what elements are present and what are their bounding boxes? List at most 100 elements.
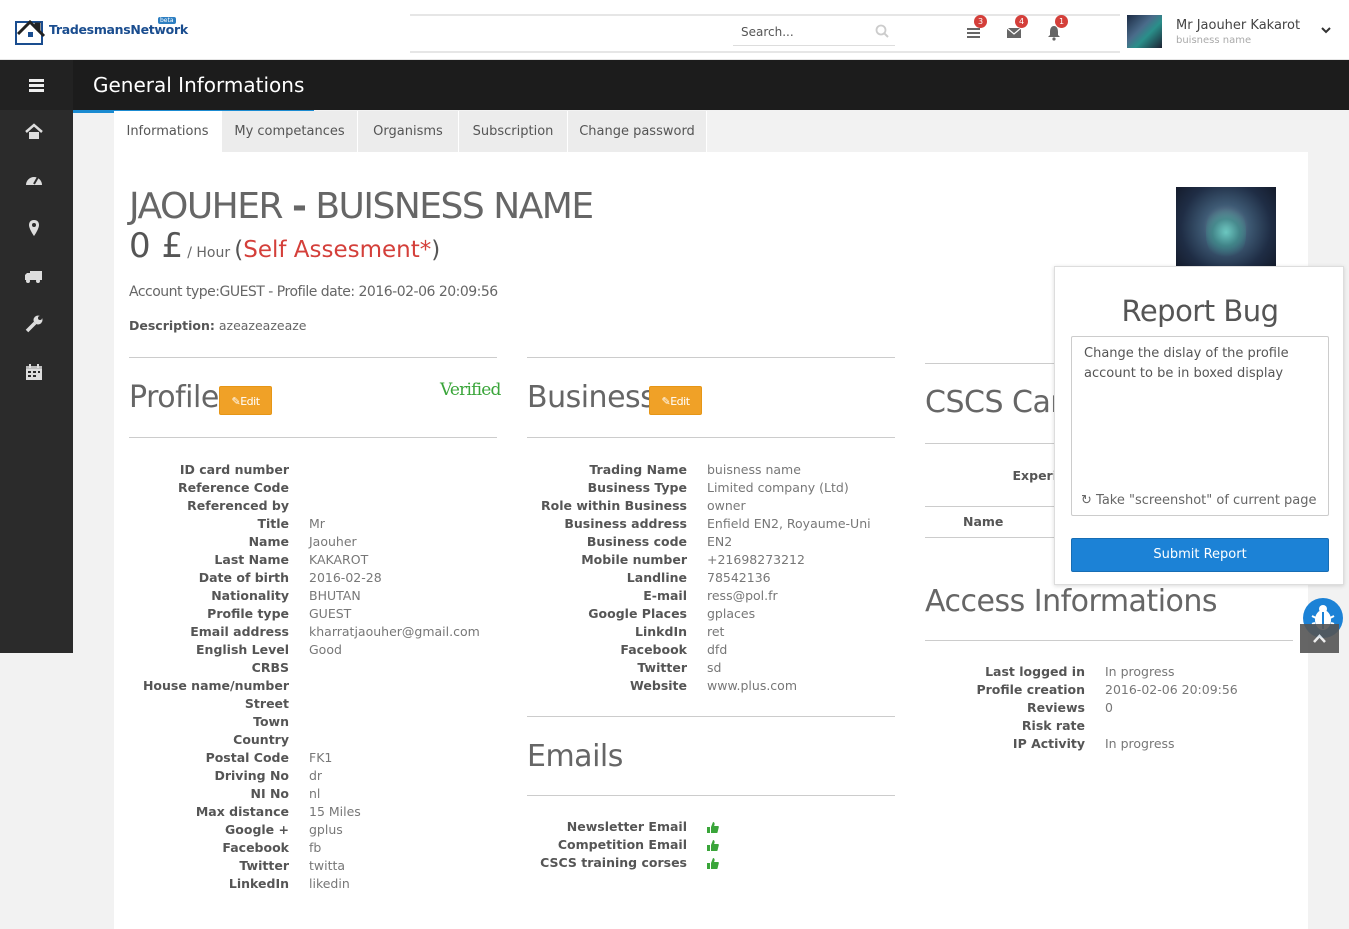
access-field-value: In progress [1105, 664, 1175, 679]
profile-field-value: 15 Miles [309, 804, 361, 819]
search-box [733, 20, 895, 46]
user-business-name: buisness name [1176, 35, 1252, 46]
messages-notification[interactable]: 4 [1005, 15, 1028, 42]
description-label: Description: [129, 318, 215, 333]
email-pref-label: CSCS training corses [540, 855, 687, 870]
profile-field-label: English Level [196, 642, 289, 657]
submit-report-button[interactable]: Submit Report [1071, 538, 1329, 572]
rate-note-close: ) [431, 237, 441, 263]
top-header: TradesmansNetwork beta 3 4 1 Mr Jaouher … [0, 0, 1349, 60]
profile-edit-button[interactable]: ✎Edit [219, 386, 272, 415]
profile-field-label: ID card number [179, 462, 289, 477]
access-field-value: 0 [1105, 700, 1113, 715]
business-field-value: gplaces [707, 606, 756, 621]
app-logo[interactable]: TradesmansNetwork beta [14, 14, 188, 48]
profile-field-label: Google + [225, 822, 289, 837]
profile-field-label: Title [257, 516, 289, 531]
alerts-notification[interactable]: 1 [1045, 15, 1068, 42]
business-field-value: dfd [707, 642, 728, 657]
profile-divider-top [129, 357, 497, 358]
access-divider [925, 640, 1293, 641]
profile-field-value: likedin [309, 876, 350, 891]
tab-subscription[interactable]: Subscription [459, 111, 568, 152]
report-bug-textarea[interactable]: Change the dislay of the profile account… [1071, 336, 1329, 516]
business-field-value: www.plus.com [707, 678, 798, 693]
truck-icon[interactable] [23, 265, 45, 287]
user-avatar[interactable] [1127, 15, 1162, 48]
profile-field-value: kharratjaouher@gmail.com [309, 624, 480, 639]
dashboard-icon[interactable] [23, 169, 45, 191]
business-field-label: Business address [564, 516, 687, 531]
tasks-notification[interactable]: 3 [964, 15, 987, 42]
alerts-count-badge: 1 [1055, 15, 1068, 28]
tab-organisms[interactable]: Organisms [358, 111, 459, 152]
business-field-label: Business Type [587, 480, 687, 495]
profile-field-value: fb [309, 840, 322, 855]
user-name[interactable]: Mr Jaouher Kakarot [1176, 18, 1300, 33]
rate-note-open: ( [234, 237, 244, 263]
profile-field-label: Last Name [214, 552, 289, 567]
home-icon[interactable] [23, 121, 45, 143]
tab-change-password[interactable]: Change password [568, 111, 707, 152]
business-field-value: ret [707, 624, 725, 639]
account-info-line: Account type:GUEST - Profile date: 2016-… [129, 284, 498, 300]
thumbs-up-icon [707, 840, 719, 851]
emails-divider-top [527, 716, 895, 717]
emails-divider-bottom [527, 795, 895, 796]
access-field-label: Profile creation [976, 682, 1085, 697]
profile-field-value: twitta [309, 858, 346, 873]
search-input[interactable] [741, 25, 866, 39]
wrench-icon[interactable] [23, 313, 45, 335]
access-field-label: Reviews [1026, 700, 1085, 715]
access-field-label: Last logged in [985, 664, 1085, 679]
menu-toggle-button[interactable] [0, 60, 73, 110]
business-field-value: ress@pol.fr [707, 588, 778, 603]
profile-divider-bottom [129, 437, 497, 438]
profile-field-value: Jaouher [309, 534, 357, 549]
profile-photo [1176, 187, 1276, 267]
business-field-label: Trading Name [589, 462, 687, 477]
profile-section-title: Profile [129, 380, 219, 415]
business-field-value: 78542136 [707, 570, 771, 585]
access-field-value: In progress [1105, 736, 1175, 751]
business-edit-button[interactable]: ✎Edit [649, 386, 702, 415]
access-section-title: Access Informations [925, 584, 1218, 619]
business-field-value: EN2 [707, 534, 733, 549]
screenshot-option[interactable]: ↻ Take "screenshot" of current page [1081, 493, 1317, 508]
thumbs-up-icon [707, 858, 719, 869]
chevron-down-icon[interactable] [1319, 23, 1333, 37]
description-value: azeazeazeaze [218, 318, 307, 333]
profile-field-value: FK1 [309, 750, 333, 765]
thumbs-up-icon [707, 822, 719, 833]
business-field-label: Mobile number [581, 552, 687, 567]
search-icon[interactable] [875, 24, 889, 38]
profile-field-value: gplus [309, 822, 343, 837]
back-to-top-button[interactable] [1300, 624, 1339, 653]
email-pref-label: Competition Email [557, 837, 687, 852]
business-field-value: Enfield EN2, Royaume-Uni [707, 516, 871, 531]
calendar-icon[interactable] [23, 361, 45, 383]
profile-field-label: Nationality [211, 588, 289, 603]
map-marker-icon[interactable] [23, 217, 45, 239]
access-field-value: 2016-02-06 20:09:56 [1105, 682, 1238, 697]
business-field-value: sd [707, 660, 722, 675]
profile-field-label: Facebook [222, 840, 289, 855]
sidebar [0, 110, 73, 653]
profile-field-label: Driving No [214, 768, 289, 783]
profile-field-value: Good [309, 642, 342, 657]
business-divider-bottom [527, 437, 895, 438]
business-field-label: Google Places [588, 606, 687, 621]
profile-field-value: nl [309, 786, 321, 801]
tab-my-competances[interactable]: My competances [222, 111, 358, 152]
email-pref-label: Newsletter Email [566, 819, 687, 834]
logo-text: TradesmansNetwork [49, 22, 188, 37]
edit-icon: ✎ [231, 395, 241, 408]
profile-first-name: JAOUHER [129, 186, 284, 227]
profile-field-label: CRBS [251, 660, 289, 675]
cscs-name-column: Name [963, 514, 1004, 529]
profile-field-label: Street [244, 696, 289, 711]
business-divider-top [527, 357, 895, 358]
tab-informations[interactable]: Informations [114, 111, 222, 152]
profile-field-value: Mr [309, 516, 325, 531]
profile-field-label: Town [253, 714, 289, 729]
